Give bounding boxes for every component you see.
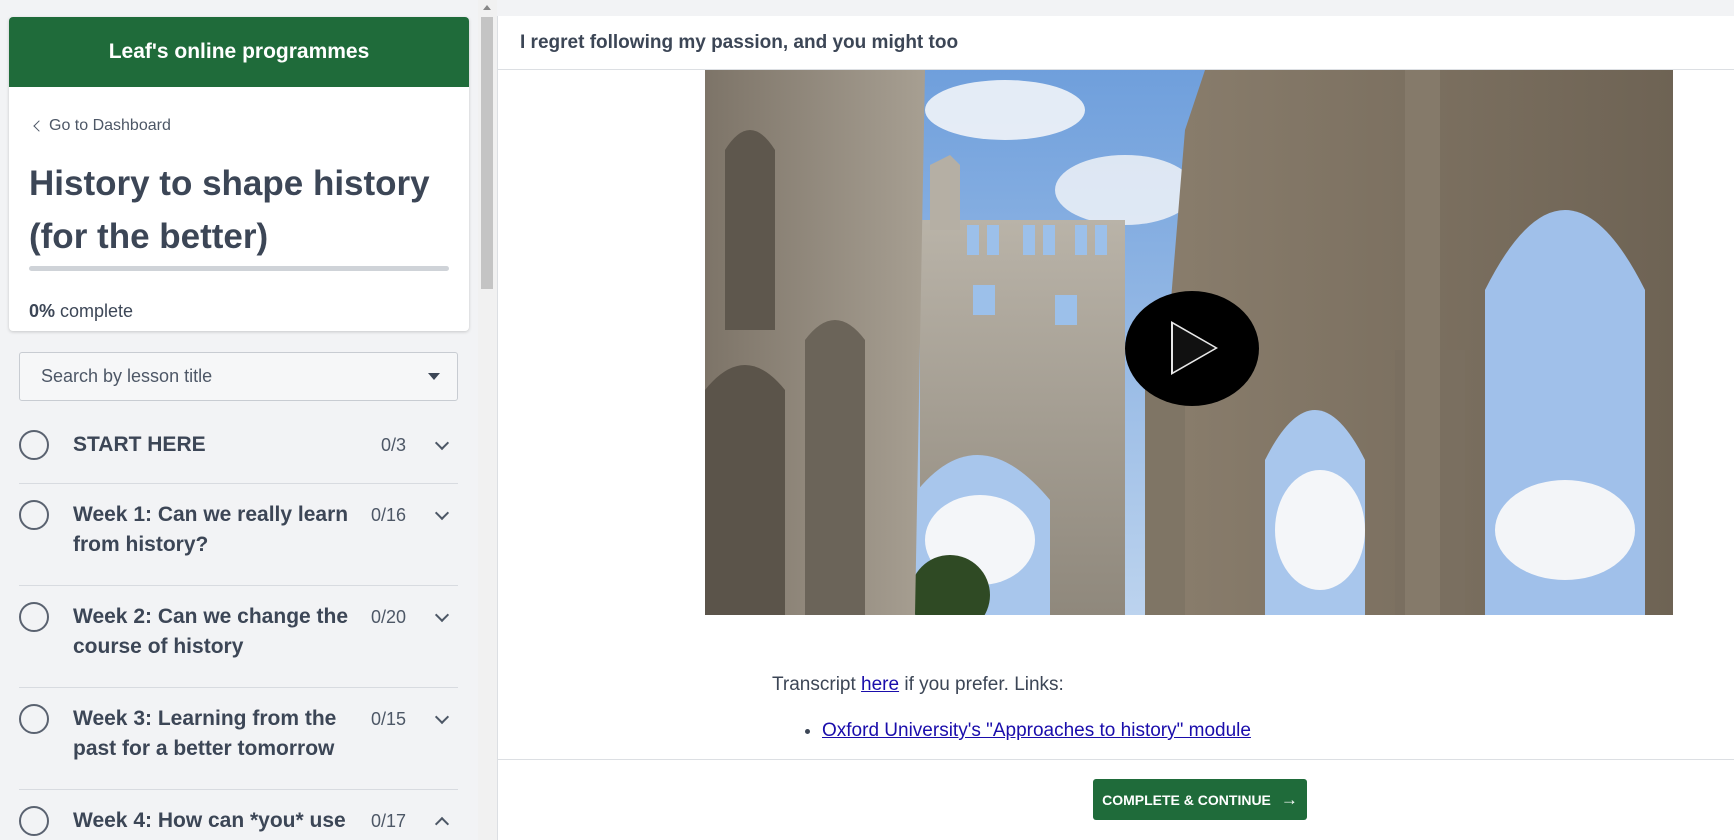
- video-player[interactable]: [705, 70, 1673, 615]
- section-title: Week 1: Can we really learn from history…: [73, 503, 349, 556]
- section-count: 0/16: [370, 505, 406, 525]
- course-title: History to shape history (for the better…: [29, 164, 430, 256]
- section-week-4[interactable]: Week 4: How can *you* use 0/17: [19, 790, 458, 840]
- transcript-link[interactable]: here: [861, 674, 899, 695]
- section-week-2[interactable]: Week 2: Can we change the course of hist…: [19, 586, 458, 688]
- complete-button-label: COMPLETE & CONTINUE: [1102, 791, 1271, 808]
- chevron-up-icon[interactable]: [434, 816, 450, 832]
- play-icon-inner: [1173, 324, 1215, 372]
- section-week-1[interactable]: Week 1: Can we really learn from history…: [19, 484, 458, 586]
- section-title: Week 3: Learning from the past for a bet…: [73, 707, 337, 760]
- course-card: Leaf's online programmes Go to Dashboard…: [9, 17, 469, 331]
- course-progress-bar: [29, 266, 449, 271]
- arrow-right-icon: →: [1280, 790, 1298, 809]
- lesson-search-select[interactable]: Search by lesson title: [19, 352, 458, 401]
- chevron-down-icon[interactable]: [434, 505, 450, 521]
- search-placeholder: Search by lesson title: [41, 366, 213, 386]
- section-count: 0/15: [370, 709, 406, 729]
- caret-down-icon: [428, 373, 440, 380]
- section-title: START HERE: [73, 433, 206, 456]
- chevron-down-icon[interactable]: [434, 607, 450, 623]
- scrollbar-thumb[interactable]: [481, 17, 493, 289]
- lesson-content: Transcript here if you prefer. Links: Ox…: [497, 70, 1734, 759]
- chevron-down-icon[interactable]: [434, 709, 450, 725]
- incomplete-circle-icon: [19, 704, 49, 734]
- lesson-title: I regret following my passion, and you m…: [520, 31, 959, 53]
- sidebar: Leaf's online programmes Go to Dashboard…: [0, 0, 478, 840]
- section-count: 0/17: [370, 811, 406, 831]
- resource-link-oxford[interactable]: Oxford University's "Approaches to histo…: [822, 720, 1251, 741]
- lesson-header: I regret following my passion, and you m…: [497, 16, 1734, 70]
- complete-continue-button[interactable]: COMPLETE & CONTINUE →: [1093, 779, 1307, 820]
- section-title: Week 2: Can we change the course of hist…: [73, 605, 349, 658]
- section-list: START HERE 0/3 Week 1: Can we really lea…: [19, 412, 458, 840]
- section-week-3[interactable]: Week 3: Learning from the past for a bet…: [19, 688, 458, 790]
- play-button[interactable]: [1125, 291, 1259, 406]
- progress-text: 0% complete: [29, 301, 133, 322]
- dashboard-link-label[interactable]: Go to Dashboard: [49, 117, 171, 135]
- brand-name[interactable]: Leaf's online programmes: [109, 40, 370, 64]
- lesson-main: I regret following my passion, and you m…: [497, 0, 1734, 840]
- lesson-footer: COMPLETE & CONTINUE →: [497, 759, 1734, 840]
- incomplete-circle-icon: [19, 602, 49, 632]
- chevron-left-icon: [33, 120, 45, 132]
- section-title: Week 4: How can *you* use: [73, 809, 346, 832]
- section-count: 0/20: [370, 607, 406, 627]
- transcript-prefix: Transcript: [772, 674, 856, 695]
- section-start-here[interactable]: START HERE 0/3: [19, 412, 458, 484]
- incomplete-circle-icon: [19, 806, 49, 836]
- progress-percent: 0%: [29, 301, 56, 321]
- list-item: Oxford University's "Approaches to histo…: [822, 720, 1251, 742]
- incomplete-circle-icon: [19, 430, 49, 460]
- transcript-line: Transcript here if you prefer. Links:: [772, 674, 1064, 696]
- scroll-up-arrow-icon[interactable]: [483, 5, 491, 10]
- section-count: 0/3: [380, 435, 406, 455]
- go-to-dashboard-link[interactable]: Go to Dashboard: [31, 117, 171, 135]
- chevron-down-icon[interactable]: [434, 435, 450, 451]
- resource-links: Oxford University's "Approaches to histo…: [798, 720, 1251, 742]
- incomplete-circle-icon: [19, 500, 49, 530]
- progress-suffix: complete: [60, 301, 134, 321]
- transcript-suffix: if you prefer. Links:: [904, 674, 1064, 695]
- sidebar-scrollbar[interactable]: [478, 0, 497, 840]
- brand-header[interactable]: Leaf's online programmes: [9, 17, 469, 87]
